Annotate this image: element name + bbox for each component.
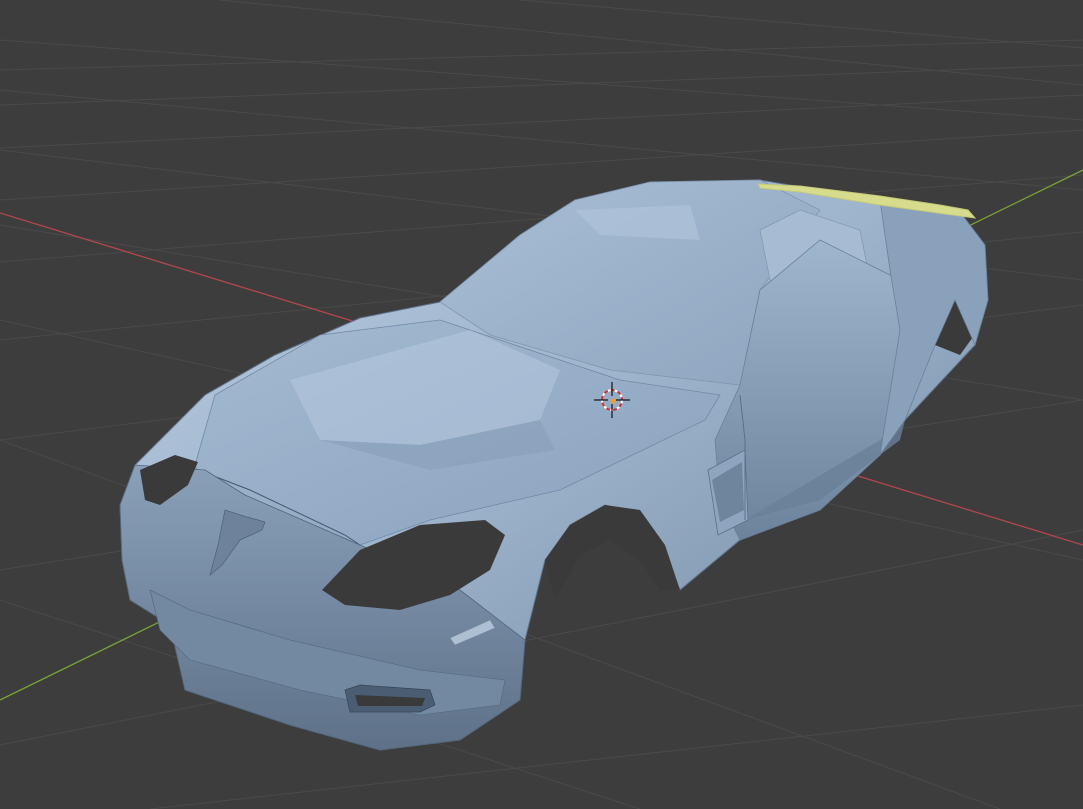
viewport-canvas[interactable] — [0, 0, 1083, 809]
origin-dot — [610, 398, 616, 404]
3d-viewport[interactable] — [0, 0, 1083, 809]
